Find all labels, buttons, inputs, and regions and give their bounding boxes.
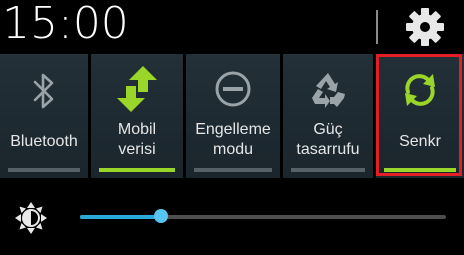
tile-label: Mobil verisi	[117, 121, 157, 158]
tile-label: Güç tasarrufu	[296, 121, 360, 158]
gear-icon	[406, 8, 444, 46]
brightness-slider[interactable]	[80, 209, 446, 223]
settings-button[interactable]	[404, 6, 446, 48]
tile-bluetooth[interactable]: Bluetooth	[0, 54, 88, 178]
brightness-thumb[interactable]	[153, 209, 168, 223]
tile-mobile-data[interactable]: Mobil verisi	[91, 54, 183, 178]
divider	[376, 10, 378, 44]
quick-settings-row: Bluetooth Mobil verisi Engelleme modu Gü…	[0, 54, 464, 178]
brightness-row	[0, 180, 464, 255]
brightness-icon	[15, 202, 47, 234]
mobile-data-icon	[117, 66, 157, 112]
tile-label: Engelleme modu	[195, 121, 271, 158]
blocking-mode-icon	[215, 71, 251, 107]
tile-status-bar	[384, 168, 456, 172]
clock: 15:00	[2, 0, 129, 49]
tile-status-bar	[291, 168, 365, 172]
sync-icon	[405, 74, 435, 106]
tile-status-bar	[8, 168, 80, 172]
power-saving-icon	[312, 73, 345, 108]
bluetooth-icon	[33, 73, 54, 109]
tile-label: Senkr	[399, 133, 441, 150]
tile-power-saving[interactable]: Güç tasarrufu	[283, 54, 373, 178]
tile-status-bar	[194, 168, 272, 172]
tile-status-bar	[99, 168, 175, 172]
tile-label: Bluetooth	[10, 133, 78, 150]
tile-sync[interactable]: Senkr	[376, 54, 464, 178]
brightness-fill	[80, 215, 161, 219]
tile-blocking-mode[interactable]: Engelleme modu	[186, 54, 280, 178]
status-bar: 15:00	[0, 0, 464, 52]
